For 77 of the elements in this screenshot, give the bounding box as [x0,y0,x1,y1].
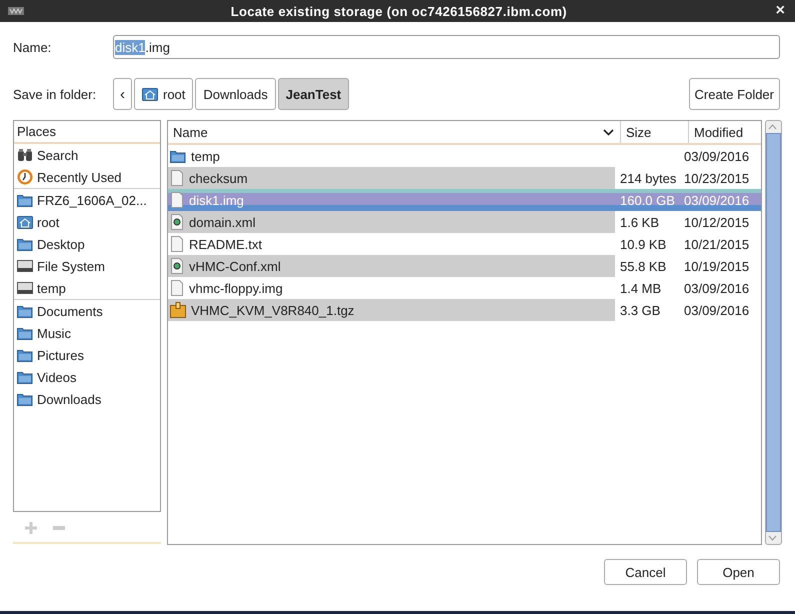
document-icon [170,192,184,208]
place-item[interactable]: Music [14,322,160,344]
file-name: VHMC_KVM_V8R840_1.tgz [191,302,354,318]
app-icon [8,6,24,16]
home-folder-icon [142,87,158,101]
place-item[interactable]: Videos [14,366,160,388]
binoculars-icon [17,148,33,162]
file-size: 1.4 MB [620,280,662,296]
column-header[interactable]: Size [621,121,689,143]
window-title: Locate existing storage (on oc7426156827.ibm.com) [230,4,568,18]
place-item[interactable]: File System [14,255,160,277]
back-button[interactable]: ‹ [113,78,132,110]
column-header[interactable]: Places [14,121,160,144]
file-size: 3.3 GB [620,302,660,318]
document-icon [170,236,184,252]
place-item[interactable]: FRZ6_1606A_02... [14,189,160,211]
place-item[interactable]: Search [14,144,160,166]
folder-icon [17,326,33,340]
file-name: README.txt [189,236,262,252]
file-date: 10/21/2015 [684,236,750,252]
file-date: 10/23/2015 [684,170,750,186]
folder-icon [17,348,33,362]
file-name: vHMC-Conf.xml [189,258,281,274]
place-item[interactable]: Desktop [14,233,160,255]
name-label: Name: [13,40,52,54]
path-button[interactable]: JeanTest [278,78,350,110]
file-name: disk1.img [189,192,244,208]
file-date: 03/09/2016 [684,280,750,296]
file-name: vhmc-floppy.img [189,280,283,296]
add-icon[interactable] [25,522,37,534]
place-item[interactable]: root [14,211,160,233]
cancel-button[interactable]: Cancel [604,559,687,585]
file-row[interactable]: temp 03/09/2016 [168,145,761,167]
file-size: 160.0 GB [620,192,675,208]
file-date: 03/09/2016 [684,302,750,318]
document-icon [170,280,184,296]
folder-icon [17,237,33,251]
file-name: checksum [189,170,248,186]
file-date: 10/12/2015 [684,214,750,230]
home-folder-icon [17,215,33,229]
folder-icon [17,370,33,384]
package-icon [170,302,186,318]
file-size: 214 bytes [620,170,676,186]
folder-icon [17,304,33,318]
file-date: 10/19/2015 [684,258,750,274]
place-item[interactable]: Recently Used [14,166,160,188]
close-button[interactable]: × [774,2,787,20]
document-icon [170,170,184,186]
column-header[interactable]: Modified [689,121,761,143]
folder-icon [170,149,186,163]
file-size: 10.9 KB [620,236,666,252]
clock-icon [17,169,33,185]
file-row[interactable]: README.txt 10.9 KB 10/21/2015 [168,233,761,255]
folder-icon [17,193,33,207]
scrollbar[interactable] [765,120,782,545]
drive-icon [17,282,33,294]
place-item[interactable]: temp [14,277,160,299]
file-name: temp [191,148,220,164]
file-size: 55.8 KB [620,258,666,274]
chevron-down-icon [603,128,614,136]
folder-icon [17,392,33,406]
path-button[interactable]: Downloads [195,78,276,110]
file-row[interactable]: vhmc-floppy.img 1.4 MB 03/09/2016 [168,277,761,299]
place-item[interactable]: Pictures [14,344,160,366]
file-date: 03/09/2016 [684,192,750,208]
create-folder-button[interactable]: Create Folder [688,78,780,110]
drive-icon [17,260,33,272]
file-size: 1.6 KB [620,214,660,230]
place-item[interactable]: Documents [14,300,160,322]
column-header[interactable]: Name [168,121,621,143]
name-field[interactable]: disk1.img [113,35,780,59]
path-button[interactable]: root [134,78,194,110]
file-date: 03/09/2016 [684,148,750,164]
place-item[interactable]: Downloads [14,388,160,410]
open-button[interactable]: Open [697,559,780,585]
save-in-folder-label: Save in folder: [13,86,98,102]
file-name: domain.xml [189,214,256,230]
